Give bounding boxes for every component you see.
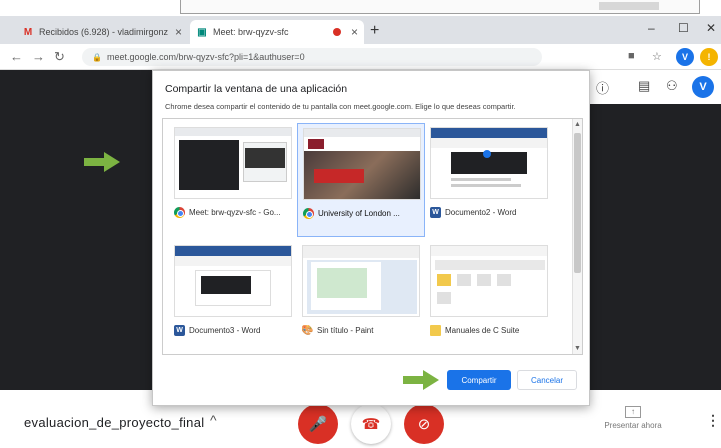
window-thumbnail [430,245,548,317]
window-label: University of London ... [303,208,425,219]
dialog-title: Compartir la ventana de una aplicación [165,83,348,95]
top-strip-segment [599,2,659,10]
tab-title: Recibidos (6.928) - vladimirgonz [39,27,169,37]
window-thumbnail [174,127,292,199]
window-title: University of London ... [318,209,400,218]
window-option-university[interactable]: University of London ... [297,123,425,237]
word-icon: W [430,207,441,218]
window-option-manuales[interactable]: Manuales de C Suite [425,241,553,354]
back-icon[interactable]: ← [10,49,23,64]
forward-icon[interactable]: → [32,49,45,64]
tab-meet[interactable]: ▣ Meet: brw-qyzv-sfc × [190,20,364,44]
window-thumbnail [303,128,421,200]
window-title: Documento3 - Word [189,326,261,335]
scroll-up-icon[interactable]: ▲ [574,121,581,128]
window-label: 🎨 Sin título - Paint [302,325,424,336]
user-avatar[interactable]: V [692,76,714,98]
chrome-icon [174,207,185,218]
window-close-icon[interactable]: ✕ [706,21,716,35]
folder-icon [430,325,441,336]
cancel-button[interactable]: Cancelar [517,370,577,390]
browser-toolbar: ← → ↻ 🔒 meet.google.com/brw-qyzv-sfc?pli… [0,44,721,70]
hang-up-button[interactable]: ☎ [351,404,391,444]
window-option-meet[interactable]: Meet: brw-qyzv-sfc - Go... [169,123,297,237]
arrow-shaft [403,376,425,384]
window-label: Manuales de C Suite [430,325,552,336]
window-title: Documento2 - Word [445,208,517,217]
maximize-icon[interactable]: ☐ [678,21,689,35]
meeting-name[interactable]: evaluacion_de_proyecto_final [24,415,204,430]
window-label: Meet: brw-qyzv-sfc - Go... [174,207,296,218]
url-text: meet.google.com/brw-qyzv-sfc?pli=1&authu… [106,52,305,62]
close-icon[interactable]: × [175,25,182,39]
present-label: Presentar ahora [604,421,662,430]
green-arrow-icon [403,370,439,390]
mic-off-button[interactable]: 🎤 [298,404,338,444]
gmail-icon: M [23,26,33,38]
window-title: Sin título - Paint [317,326,374,335]
more-options-icon[interactable]: ⋮ [706,412,720,429]
top-strip [0,0,721,16]
arrow-shaft [84,158,106,166]
camera-off-button[interactable]: ⊘ [404,404,444,444]
window-list: Meet: brw-qyzv-sfc - Go... University of… [162,118,583,355]
alert-icon[interactable]: ! [700,48,718,66]
window-option-documento3[interactable]: W Documento3 - Word [169,241,297,354]
tab-gmail[interactable]: M Recibidos (6.928) - vladimirgonz × [16,20,188,44]
arrow-head [104,152,120,172]
chevron-up-icon[interactable]: ^ [210,412,217,428]
scrollbar[interactable]: ▲ ▼ [572,119,582,354]
green-arrow-icon [84,152,120,172]
window-label: W Documento2 - Word [430,207,552,218]
reload-icon[interactable]: ↻ [54,49,65,65]
camera-indicator-icon[interactable]: ■ [628,50,635,62]
tab-bar: M Recibidos (6.928) - vladimirgonz × ▣ M… [0,16,721,44]
star-icon[interactable]: ☆ [652,50,662,63]
window-option-documento2[interactable]: W Documento2 - Word [425,123,553,237]
extension-icon[interactable]: V [676,48,694,66]
scroll-down-icon[interactable]: ▼ [574,345,581,352]
share-window-dialog: Compartir la ventana de una aplicación C… [152,70,590,406]
camera-off-icon: ⊘ [417,416,431,433]
info-icon[interactable]: ⓘ [596,78,609,97]
present-icon: ↑ [625,406,641,418]
top-strip-bar [180,0,700,14]
recording-indicator-icon [332,28,341,36]
user-initial: V [699,81,707,93]
tab-title: Meet: brw-qyzv-sfc [213,27,289,37]
window-option-paint[interactable]: 🎨 Sin título - Paint [297,241,425,354]
meet-top-right-panel: ⓘ ▤ ⚇ V [590,70,721,104]
meet-icon: ▣ [197,26,207,38]
minimize-icon[interactable]: – [648,21,655,35]
window-title: Manuales de C Suite [445,326,520,335]
chat-icon[interactable]: ▤ [638,78,650,94]
paint-icon: 🎨 [302,325,314,336]
extension-initial: V [681,52,688,62]
dialog-subtitle: Chrome desea compartir el contenido de t… [165,102,516,111]
window-thumbnail [430,127,548,199]
window-title: Meet: brw-qyzv-sfc - Go... [189,208,281,217]
new-tab-icon[interactable]: + [370,22,379,40]
mic-off-icon: 🎤 [308,416,328,433]
window-thumbnail [174,245,292,317]
scrollbar-thumb[interactable] [574,133,581,273]
window-thumbnail [302,245,420,317]
address-bar[interactable]: 🔒 meet.google.com/brw-qyzv-sfc?pli=1&aut… [82,48,542,66]
people-icon[interactable]: ⚇ [666,78,678,94]
share-button[interactable]: Compartir [447,370,511,390]
phone-icon: ☎ [361,416,381,433]
present-now-button[interactable]: ↑ Presentar ahora [598,406,668,430]
chrome-icon [303,208,314,219]
close-icon[interactable]: × [351,25,358,39]
lock-icon: 🔒 [92,52,102,62]
arrow-head [423,370,439,390]
window-label: W Documento3 - Word [174,325,296,336]
word-icon: W [174,325,185,336]
